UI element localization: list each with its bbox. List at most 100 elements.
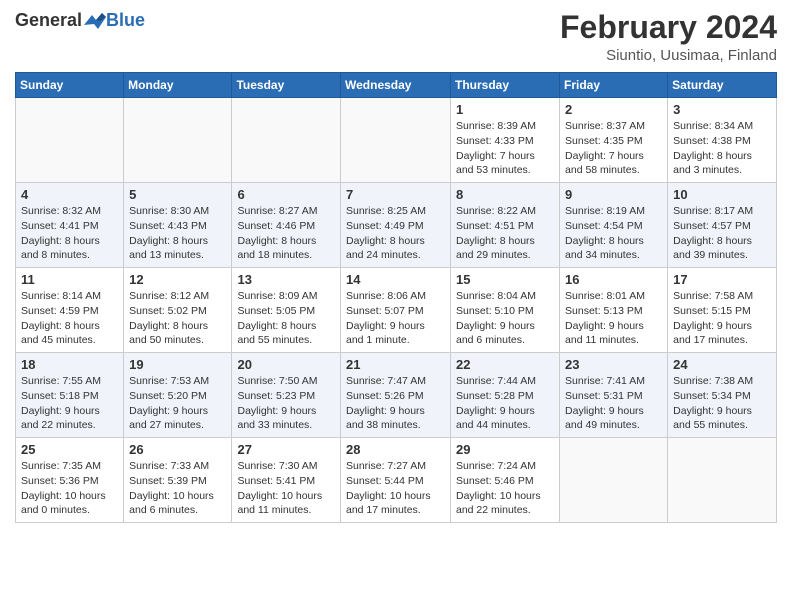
calendar-cell <box>232 98 341 183</box>
day-info: Sunrise: 8:39 AM Sunset: 4:33 PM Dayligh… <box>456 119 554 178</box>
day-number: 1 <box>456 102 554 117</box>
calendar-week-row: 18Sunrise: 7:55 AM Sunset: 5:18 PM Dayli… <box>16 353 777 438</box>
day-info: Sunrise: 7:38 AM Sunset: 5:34 PM Dayligh… <box>673 374 771 433</box>
calendar-cell: 13 Sunrise: 8:09 AM Sunset: 5:05 PM Dayli… <box>232 268 341 353</box>
day-info: Sunrise: 8:32 AM Sunset: 4:41 PM Dayligh… <box>21 204 118 263</box>
calendar-cell: 10 Sunrise: 8:17 AM Sunset: 4:57 PM Dayli… <box>668 183 777 268</box>
day-info: Sunrise: 8:34 AM Sunset: 4:38 PM Dayligh… <box>673 119 771 178</box>
day-number: 3 <box>673 102 771 117</box>
day-info: Sunrise: 8:37 AM Sunset: 4:35 PM Dayligh… <box>565 119 662 178</box>
day-number: 27 <box>237 442 335 457</box>
calendar-cell: 29 Sunrise: 7:24 AM Sunset: 5:46 PM Dayli… <box>451 438 560 523</box>
weekday-header-monday: Monday <box>124 73 232 98</box>
day-info: Sunrise: 7:41 AM Sunset: 5:31 PM Dayligh… <box>565 374 662 433</box>
day-number: 8 <box>456 187 554 202</box>
day-info: Sunrise: 8:25 AM Sunset: 4:49 PM Dayligh… <box>346 204 445 263</box>
day-info: Sunrise: 7:53 AM Sunset: 5:20 PM Dayligh… <box>129 374 226 433</box>
weekday-header-friday: Friday <box>560 73 668 98</box>
calendar-cell <box>124 98 232 183</box>
calendar-cell <box>560 438 668 523</box>
calendar-cell: 17Sunrise: 7:58 AM Sunset: 5:15 PM Dayli… <box>668 268 777 353</box>
calendar-table: SundayMondayTuesdayWednesdayThursdayFrid… <box>15 72 777 523</box>
day-info: Sunrise: 8:01 AM Sunset: 5:13 PM Dayligh… <box>565 289 662 348</box>
day-number: 15 <box>456 272 554 287</box>
weekday-header-saturday: Saturday <box>668 73 777 98</box>
day-info: Sunrise: 7:24 AM Sunset: 5:46 PM Dayligh… <box>456 459 554 518</box>
calendar-cell: 14Sunrise: 8:06 AM Sunset: 5:07 PM Dayli… <box>341 268 451 353</box>
day-number: 16 <box>565 272 662 287</box>
day-number: 18 <box>21 357 118 372</box>
calendar-week-row: 4 Sunrise: 8:32 AM Sunset: 4:41 PM Daylig… <box>16 183 777 268</box>
calendar-cell: 6 Sunrise: 8:27 AM Sunset: 4:46 PM Daylig… <box>232 183 341 268</box>
day-number: 11 <box>21 272 118 287</box>
calendar-cell: 16 Sunrise: 8:01 AM Sunset: 5:13 PM Dayli… <box>560 268 668 353</box>
day-info: Sunrise: 7:35 AM Sunset: 5:36 PM Dayligh… <box>21 459 118 518</box>
day-number: 25 <box>21 442 118 457</box>
calendar-cell: 28 Sunrise: 7:27 AM Sunset: 5:44 PM Dayli… <box>341 438 451 523</box>
day-info: Sunrise: 8:27 AM Sunset: 4:46 PM Dayligh… <box>237 204 335 263</box>
calendar-week-row: 11 Sunrise: 8:14 AM Sunset: 4:59 PM Dayli… <box>16 268 777 353</box>
calendar-cell <box>341 98 451 183</box>
weekday-header-sunday: Sunday <box>16 73 124 98</box>
calendar-cell <box>16 98 124 183</box>
day-number: 4 <box>21 187 118 202</box>
day-number: 26 <box>129 442 226 457</box>
day-number: 9 <box>565 187 662 202</box>
calendar-cell: 25 Sunrise: 7:35 AM Sunset: 5:36 PM Dayli… <box>16 438 124 523</box>
calendar-cell: 18Sunrise: 7:55 AM Sunset: 5:18 PM Dayli… <box>16 353 124 438</box>
calendar-cell: 23Sunrise: 7:41 AM Sunset: 5:31 PM Dayli… <box>560 353 668 438</box>
day-info: Sunrise: 7:47 AM Sunset: 5:26 PM Dayligh… <box>346 374 445 433</box>
calendar-cell: 20Sunrise: 7:50 AM Sunset: 5:23 PM Dayli… <box>232 353 341 438</box>
header: General Blue February 2024 Siuntio, Uusi… <box>15 10 777 64</box>
day-info: Sunrise: 8:22 AM Sunset: 4:51 PM Dayligh… <box>456 204 554 263</box>
day-info: Sunrise: 7:27 AM Sunset: 5:44 PM Dayligh… <box>346 459 445 518</box>
day-info: Sunrise: 8:09 AM Sunset: 5:05 PM Dayligh… <box>237 289 335 348</box>
day-info: Sunrise: 8:04 AM Sunset: 5:10 PM Dayligh… <box>456 289 554 348</box>
day-info: Sunrise: 8:14 AM Sunset: 4:59 PM Dayligh… <box>21 289 118 348</box>
day-number: 28 <box>346 442 445 457</box>
calendar-cell: 26 Sunrise: 7:33 AM Sunset: 5:39 PM Dayli… <box>124 438 232 523</box>
calendar-cell: 12 Sunrise: 8:12 AM Sunset: 5:02 PM Dayli… <box>124 268 232 353</box>
day-number: 13 <box>237 272 335 287</box>
day-number: 22 <box>456 357 554 372</box>
calendar-week-row: 25 Sunrise: 7:35 AM Sunset: 5:36 PM Dayli… <box>16 438 777 523</box>
title-month: February 2024 <box>560 10 777 45</box>
calendar-cell: 5 Sunrise: 8:30 AM Sunset: 4:43 PM Daylig… <box>124 183 232 268</box>
day-info: Sunrise: 8:30 AM Sunset: 4:43 PM Dayligh… <box>129 204 226 263</box>
calendar-cell: 8 Sunrise: 8:22 AM Sunset: 4:51 PM Daylig… <box>451 183 560 268</box>
day-number: 6 <box>237 187 335 202</box>
weekday-header-tuesday: Tuesday <box>232 73 341 98</box>
day-number: 21 <box>346 357 445 372</box>
calendar-cell: 15 Sunrise: 8:04 AM Sunset: 5:10 PM Dayli… <box>451 268 560 353</box>
day-number: 12 <box>129 272 226 287</box>
calendar-cell: 19 Sunrise: 7:53 AM Sunset: 5:20 PM Dayli… <box>124 353 232 438</box>
calendar-cell: 4 Sunrise: 8:32 AM Sunset: 4:41 PM Daylig… <box>16 183 124 268</box>
calendar-cell: 3 Sunrise: 8:34 AM Sunset: 4:38 PM Daylig… <box>668 98 777 183</box>
weekday-header-thursday: Thursday <box>451 73 560 98</box>
day-number: 10 <box>673 187 771 202</box>
calendar-header-row: SundayMondayTuesdayWednesdayThursdayFrid… <box>16 73 777 98</box>
day-info: Sunrise: 8:12 AM Sunset: 5:02 PM Dayligh… <box>129 289 226 348</box>
calendar-week-row: 1 Sunrise: 8:39 AM Sunset: 4:33 PM Daylig… <box>16 98 777 183</box>
calendar-cell: 11 Sunrise: 8:14 AM Sunset: 4:59 PM Dayli… <box>16 268 124 353</box>
title-block: February 2024 Siuntio, Uusimaa, Finland <box>560 10 777 64</box>
day-number: 29 <box>456 442 554 457</box>
page: General Blue February 2024 Siuntio, Uusi… <box>0 0 792 612</box>
day-info: Sunrise: 7:50 AM Sunset: 5:23 PM Dayligh… <box>237 374 335 433</box>
calendar-cell <box>668 438 777 523</box>
day-info: Sunrise: 7:30 AM Sunset: 5:41 PM Dayligh… <box>237 459 335 518</box>
calendar-cell: 27 Sunrise: 7:30 AM Sunset: 5:41 PM Dayli… <box>232 438 341 523</box>
day-info: Sunrise: 7:33 AM Sunset: 5:39 PM Dayligh… <box>129 459 226 518</box>
calendar-cell: 2Sunrise: 8:37 AM Sunset: 4:35 PM Daylig… <box>560 98 668 183</box>
calendar-cell: 9Sunrise: 8:19 AM Sunset: 4:54 PM Daylig… <box>560 183 668 268</box>
weekday-header-wednesday: Wednesday <box>341 73 451 98</box>
day-info: Sunrise: 7:58 AM Sunset: 5:15 PM Dayligh… <box>673 289 771 348</box>
day-number: 24 <box>673 357 771 372</box>
day-number: 5 <box>129 187 226 202</box>
calendar-cell: 22Sunrise: 7:44 AM Sunset: 5:28 PM Dayli… <box>451 353 560 438</box>
day-info: Sunrise: 8:06 AM Sunset: 5:07 PM Dayligh… <box>346 289 445 348</box>
logo-general-text: General <box>15 10 82 31</box>
logo-bird-icon <box>84 11 106 29</box>
day-number: 19 <box>129 357 226 372</box>
day-info: Sunrise: 8:17 AM Sunset: 4:57 PM Dayligh… <box>673 204 771 263</box>
